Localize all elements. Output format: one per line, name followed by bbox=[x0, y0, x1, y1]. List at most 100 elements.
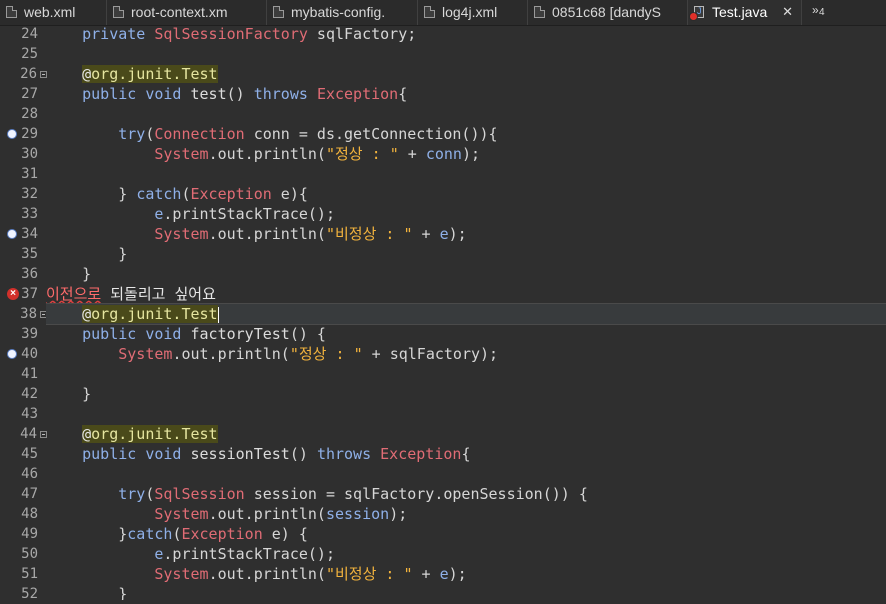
code-line-27[interactable]: public void test() throws Exception{ bbox=[46, 84, 886, 104]
line-number: 49 bbox=[21, 526, 38, 542]
line-number: 44 bbox=[20, 426, 37, 442]
xml-file-icon bbox=[113, 6, 124, 18]
line-number: 50 bbox=[21, 546, 38, 562]
gutter-row[interactable]: 46 bbox=[0, 464, 46, 484]
gutter-row[interactable]: 28 bbox=[0, 104, 46, 124]
gutter-row[interactable]: 31 bbox=[0, 164, 46, 184]
tab-overflow-button[interactable]: » 4 bbox=[812, 3, 828, 21]
error-icon[interactable]: × bbox=[7, 288, 19, 300]
code-line-32[interactable]: } catch(Exception e){ bbox=[46, 184, 886, 204]
gutter-row[interactable]: 38 bbox=[0, 304, 47, 324]
breakpoint-icon[interactable] bbox=[7, 229, 17, 239]
code-line-49[interactable]: }catch(Exception e) { bbox=[46, 524, 886, 544]
code-line-52[interactable]: } bbox=[46, 584, 886, 600]
tab-label: log4j.xml bbox=[442, 4, 498, 20]
line-number-gutter[interactable]: 24 25 26 27 28 29 30 31 32 33 34 35 36 × 37 38 39 40 41 42 4… bbox=[0, 24, 47, 602]
close-icon[interactable]: ✕ bbox=[782, 4, 793, 20]
gutter-row[interactable]: 25 bbox=[0, 44, 46, 64]
code-line-45[interactable]: public void sessionTest() throws Excepti… bbox=[46, 444, 886, 464]
code-line-50[interactable]: e.printStackTrace(); bbox=[46, 544, 886, 564]
line-number: 43 bbox=[21, 406, 38, 422]
gutter-row[interactable]: 30 bbox=[0, 144, 46, 164]
gutter-row[interactable]: 44 bbox=[0, 424, 47, 444]
code-line-26[interactable]: @org.junit.Test bbox=[46, 64, 886, 84]
line-number: 48 bbox=[21, 506, 38, 522]
xml-file-icon bbox=[273, 6, 284, 18]
tab-web-xml[interactable]: web.xml bbox=[0, 0, 107, 25]
line-number: 34 bbox=[21, 226, 38, 242]
gutter-row[interactable]: 40 bbox=[0, 344, 46, 364]
xml-file-icon bbox=[424, 6, 435, 18]
gutter-row[interactable]: 29 bbox=[0, 124, 46, 144]
code-line-44[interactable]: @org.junit.Test bbox=[46, 424, 886, 444]
tab-root-context-xml[interactable]: root-context.xm bbox=[107, 0, 267, 25]
line-number: 37 bbox=[21, 286, 38, 302]
tab-test-java[interactable]: J Test.java ✕ bbox=[688, 0, 802, 25]
code-line-35[interactable]: } bbox=[46, 244, 886, 264]
line-number: 27 bbox=[21, 86, 38, 102]
code-area[interactable]: private SqlSessionFactory sqlFactory; @o… bbox=[46, 26, 886, 600]
gutter-row[interactable]: 43 bbox=[0, 404, 46, 424]
file-icon bbox=[534, 6, 545, 18]
syntax-error-text: 이전으로 bbox=[46, 285, 102, 303]
chevron-double-right-icon: » bbox=[812, 3, 819, 17]
gutter-row[interactable]: 48 bbox=[0, 504, 46, 524]
code-line-25[interactable] bbox=[46, 44, 886, 64]
code-editor[interactable]: 24 25 26 27 28 29 30 31 32 33 34 35 36 × 37 38 39 40 41 42 4… bbox=[0, 24, 886, 602]
code-line-41[interactable] bbox=[46, 364, 886, 384]
code-line-43[interactable] bbox=[46, 404, 886, 424]
code-line-42[interactable]: } bbox=[46, 384, 886, 404]
gutter-row[interactable]: 52 bbox=[0, 584, 46, 604]
gutter-row[interactable]: 33 bbox=[0, 204, 46, 224]
code-line-33[interactable]: e.printStackTrace(); bbox=[46, 204, 886, 224]
gutter-row[interactable]: 42 bbox=[0, 384, 46, 404]
line-number: 29 bbox=[21, 126, 38, 142]
code-line-47[interactable]: try(SqlSession session = sqlFactory.open… bbox=[46, 484, 886, 504]
tab-log4j-xml[interactable]: log4j.xml bbox=[418, 0, 528, 25]
xml-file-icon bbox=[6, 6, 17, 18]
gutter-row[interactable]: 35 bbox=[0, 244, 46, 264]
tab-commit-0851c68[interactable]: 0851c68 [dandyS bbox=[528, 0, 688, 25]
line-number: 45 bbox=[21, 446, 38, 462]
code-line-24[interactable]: private SqlSessionFactory sqlFactory; bbox=[46, 26, 886, 44]
gutter-row[interactable]: × 37 bbox=[0, 284, 46, 304]
code-line-48[interactable]: System.out.println(session); bbox=[46, 504, 886, 524]
java-file-error-icon: J bbox=[690, 6, 704, 20]
gutter-row[interactable]: 41 bbox=[0, 364, 46, 384]
code-line-36[interactable]: } bbox=[46, 264, 886, 284]
breakpoint-icon[interactable] bbox=[7, 349, 17, 359]
tab-mybatis-config[interactable]: mybatis-config. bbox=[267, 0, 418, 25]
code-line-39[interactable]: public void factoryTest() { bbox=[46, 324, 886, 344]
line-number: 28 bbox=[21, 106, 38, 122]
code-line-46[interactable] bbox=[46, 464, 886, 484]
code-line-31[interactable] bbox=[46, 164, 886, 184]
gutter-row[interactable]: 34 bbox=[0, 224, 46, 244]
line-number: 24 bbox=[21, 26, 38, 42]
code-line-30[interactable]: System.out.println("정상 : " + conn); bbox=[46, 144, 886, 164]
line-number: 38 bbox=[20, 306, 37, 322]
gutter-row[interactable]: 26 bbox=[0, 64, 47, 84]
tab-label: Test.java bbox=[712, 4, 768, 20]
gutter-row[interactable]: 39 bbox=[0, 324, 46, 344]
line-number: 52 bbox=[21, 586, 38, 602]
gutter-row[interactable]: 50 bbox=[0, 544, 46, 564]
gutter-row[interactable]: 32 bbox=[0, 184, 46, 204]
gutter-row[interactable]: 51 bbox=[0, 564, 46, 584]
line-number: 42 bbox=[21, 386, 38, 402]
gutter-row[interactable]: 27 bbox=[0, 84, 46, 104]
gutter-row[interactable]: 24 bbox=[0, 24, 46, 44]
line-number: 40 bbox=[21, 346, 38, 362]
gutter-row[interactable]: 47 bbox=[0, 484, 46, 504]
code-line-40[interactable]: System.out.println("정상 : " + sqlFactory)… bbox=[46, 344, 886, 364]
gutter-row[interactable]: 45 bbox=[0, 444, 46, 464]
code-line-34[interactable]: System.out.println("비정상 : " + e); bbox=[46, 224, 886, 244]
breakpoint-icon[interactable] bbox=[7, 129, 17, 139]
code-line-29[interactable]: try(Connection conn = ds.getConnection()… bbox=[46, 124, 886, 144]
code-line-37-error[interactable]: 이전으로 되돌리고 싶어요 bbox=[46, 284, 886, 304]
code-line-38-current[interactable]: @org.junit.Test bbox=[46, 303, 886, 325]
gutter-row[interactable]: 49 bbox=[0, 524, 46, 544]
code-line-28[interactable] bbox=[46, 104, 886, 124]
code-line-51[interactable]: System.out.println("비정상 : " + e); bbox=[46, 564, 886, 584]
gutter-row[interactable]: 36 bbox=[0, 264, 46, 284]
line-number: 51 bbox=[21, 566, 38, 582]
